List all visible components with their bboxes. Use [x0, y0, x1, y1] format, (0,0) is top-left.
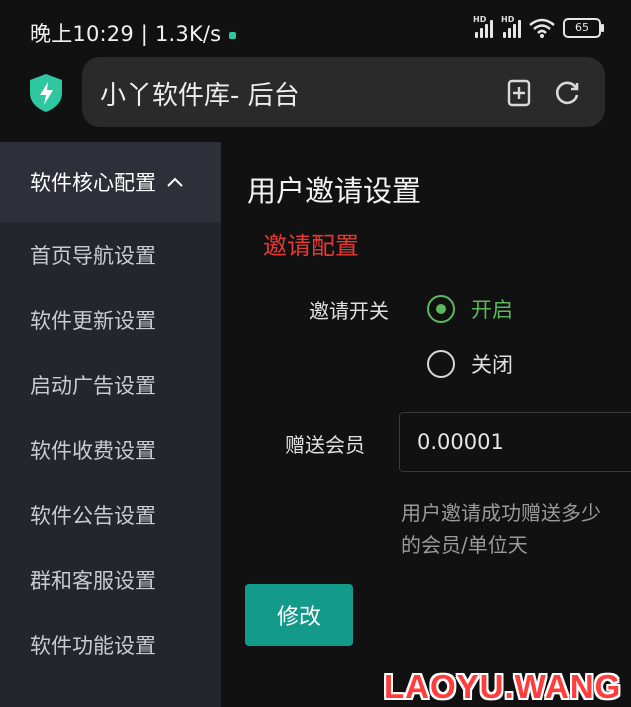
sidebar-group-core-config[interactable]: 软件核心配置 — [0, 142, 221, 222]
sidebar-item-home-nav[interactable]: 首页导航设置 — [0, 222, 221, 287]
sidebar-item-features[interactable]: 软件功能设置 — [0, 612, 221, 677]
watermark: LAOYU.WANG — [384, 668, 622, 705]
sidebar-item-label: 软件功能设置 — [30, 633, 156, 658]
member-label: 赠送会员 — [285, 433, 365, 457]
address-bar[interactable]: 小丫软件库- 后台 — [82, 57, 605, 127]
sidebar-item-update[interactable]: 软件更新设置 — [0, 287, 221, 352]
reload-icon[interactable] — [552, 78, 582, 108]
radio-unchecked-icon — [427, 350, 455, 378]
sidebar-item-label: 群和客服设置 — [30, 568, 156, 593]
sidebar-item-billing[interactable]: 软件收费设置 — [0, 417, 221, 482]
help-text-line2: 的会员/单位天 — [401, 533, 528, 557]
page-url-title: 小丫软件库- 后台 — [100, 81, 300, 111]
radio-checked-icon — [427, 295, 455, 323]
radio-label: 关闭 — [471, 353, 513, 377]
status-time: 晚上10:29 | 1.3K/s — [30, 18, 237, 48]
wifi-icon — [529, 18, 555, 38]
sidebar-item-label: 软件更新设置 — [30, 308, 156, 333]
signal-hd-label: HD — [473, 15, 487, 24]
page-title: 用户邀请设置 — [247, 174, 422, 208]
sidebar-item-label: 启动广告设置 — [30, 373, 156, 398]
chevron-up-icon — [167, 177, 183, 187]
member-days-input[interactable] — [399, 412, 631, 472]
sidebar-item-launch-ad[interactable]: 启动广告设置 — [0, 352, 221, 417]
battery-level: 65 — [575, 21, 589, 34]
sidebar-item-label: 软件公告设置 — [30, 503, 156, 528]
notification-dot-icon — [229, 31, 237, 39]
status-bar: 晚上10:29 | 1.3K/s HD HD 65 — [0, 0, 631, 62]
radio-enable[interactable]: 开启 — [427, 294, 513, 324]
sidebar-item-label: 首页导航设置 — [30, 243, 156, 268]
sidebar-item-label: 软件收费设置 — [30, 438, 156, 463]
sidebar-item-group-support[interactable]: 群和客服设置 — [0, 547, 221, 612]
submit-button[interactable]: 修改 — [245, 584, 353, 646]
signal-icon: HD — [473, 15, 493, 38]
signal-hd-label-2: HD — [501, 15, 515, 24]
add-bookmark-icon[interactable] — [504, 78, 534, 108]
status-icons: HD HD 65 — [473, 15, 604, 38]
security-shield-icon[interactable] — [28, 73, 64, 113]
signal-icon-2: HD — [501, 15, 521, 38]
help-text-line1: 用户邀请成功赠送多少 — [401, 501, 601, 525]
status-time-text: 晚上10:29 | 1.3K/s — [30, 22, 222, 46]
radio-label: 开启 — [471, 298, 513, 322]
help-text: 用户邀请成功赠送多少 的会员/单位天 — [401, 497, 631, 561]
radio-disable[interactable]: 关闭 — [427, 349, 513, 379]
sidebar-group-label: 软件核心配置 — [30, 171, 156, 195]
sidebar: 软件核心配置 首页导航设置 软件更新设置 启动广告设置 软件收费设置 软件公告设… — [0, 142, 221, 707]
browser-bar: 小丫软件库- 后台 — [0, 56, 631, 130]
invite-switch-label: 邀请开关 — [309, 299, 389, 323]
section-title: 邀请配置 — [263, 232, 359, 260]
battery-icon: 65 — [563, 18, 604, 38]
sidebar-item-notice[interactable]: 软件公告设置 — [0, 482, 221, 547]
